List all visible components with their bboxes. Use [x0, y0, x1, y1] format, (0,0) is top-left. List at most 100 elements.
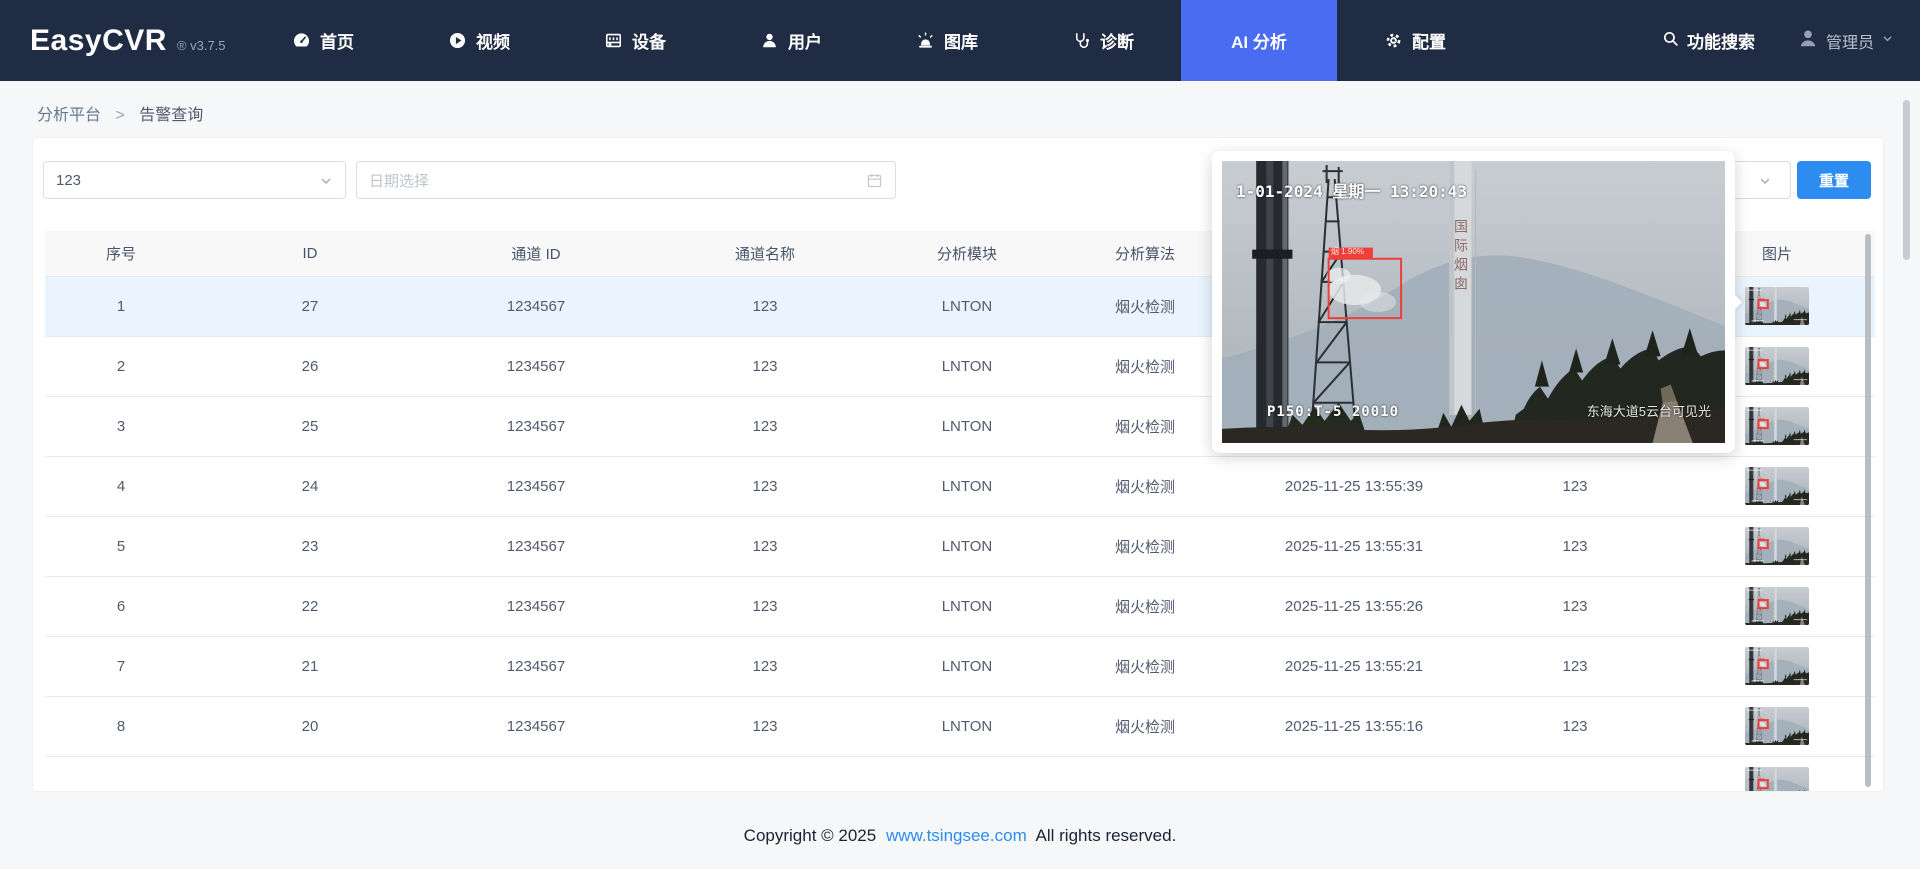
cell-algorithm: [1053, 756, 1237, 791]
date-picker[interactable]: 日期选择: [356, 161, 896, 199]
cell-algorithm: 烟火检测: [1053, 576, 1237, 637]
user-icon: [760, 31, 779, 50]
nav-item-settings[interactable]: 配置: [1337, 0, 1493, 81]
table-row[interactable]: 5 23 1234567 123 LNTON 烟火检测 2025-11-25 1…: [45, 516, 1875, 577]
table-row[interactable]: 8 20 1234567 123 LNTON 烟火检测 2025-11-25 1…: [45, 696, 1875, 757]
cell-algorithm: 烟火检测: [1053, 336, 1237, 397]
alarm-thumbnail[interactable]: [1745, 467, 1809, 505]
cell-algorithm: 烟火检测: [1053, 276, 1237, 337]
cell-module: LNTON: [881, 396, 1053, 457]
date-placeholder: 日期选择: [369, 172, 430, 190]
alarm-thumbnail[interactable]: [1745, 287, 1809, 325]
alarm-light-icon: [916, 31, 935, 50]
cell-desc: 123: [1471, 696, 1679, 757]
cell-algorithm: 烟火检测: [1053, 696, 1237, 757]
cell-module: LNTON: [881, 636, 1053, 697]
cell-channel-name: 123: [649, 456, 881, 517]
tsingsee-link[interactable]: www.tsingsee.com: [886, 826, 1027, 845]
page-scrollbar[interactable]: [1903, 100, 1910, 260]
col-module: 分析模块: [881, 231, 1053, 277]
nav-item-user[interactable]: 图库 用户: [713, 0, 869, 81]
cell-channel-id: 1234567: [423, 516, 649, 577]
function-search[interactable]: 功能搜索: [1662, 28, 1755, 53]
nav-item-video[interactable]: 视频: [401, 0, 557, 81]
alarm-thumbnail[interactable]: [1745, 527, 1809, 565]
table-row[interactable]: [45, 756, 1875, 792]
copyright-prefix: Copyright © 2025: [743, 826, 877, 845]
footer-copyright: Copyright © 2025 www.tsingsee.com All ri…: [0, 826, 1920, 846]
cell-channel-id: 1234567: [423, 696, 649, 757]
chevron-down-icon: [1758, 174, 1772, 192]
app-logo: EasyCVR ® v3.7.5: [0, 0, 245, 81]
nav-item-device[interactable]: 设备: [557, 0, 713, 81]
cell-time: 2025-11-25 13:55:21: [1237, 636, 1471, 697]
alarm-thumbnail[interactable]: [1745, 707, 1809, 745]
cell-channel-id: 1234567: [423, 576, 649, 637]
alarm-thumbnail[interactable]: [1745, 407, 1809, 445]
detection-label: 烟 1.90%: [1331, 247, 1364, 256]
cell-id: 22: [197, 576, 423, 637]
nav-item-diagnosis[interactable]: 诊断: [1025, 0, 1181, 81]
cell-channel-name: [649, 756, 881, 791]
col-serial: 序号: [45, 231, 197, 277]
cell-channel-id: 1234567: [423, 456, 649, 517]
cell-id: 20: [197, 696, 423, 757]
reset-button[interactable]: 重置: [1797, 161, 1871, 199]
cell-channel-id: [423, 756, 649, 791]
chimney-text: 国际烟囱: [1453, 219, 1469, 295]
cell-channel-name: 123: [649, 516, 881, 577]
nav-label: 视频: [476, 33, 510, 52]
cell-desc: 123: [1471, 516, 1679, 577]
cell-channel-name: 123: [649, 696, 881, 757]
dashboard-icon: [292, 31, 311, 50]
osd-camera-name: 东海大道5云台可见光: [1586, 404, 1711, 419]
cell-algorithm: 烟火检测: [1053, 516, 1237, 577]
app-root: EasyCVR ® v3.7.5 首页 视频 设备 图库 用户: [0, 0, 1920, 869]
nav-item-ai-analysis[interactable]: AI 分析: [1181, 0, 1337, 81]
cell-id: 25: [197, 396, 423, 457]
nav-label: 配置: [1412, 33, 1446, 52]
nav-label: AI 分析: [1231, 33, 1287, 52]
cell-module: [881, 756, 1053, 791]
alarm-thumbnail[interactable]: [1745, 647, 1809, 685]
alarm-thumbnail[interactable]: [1745, 587, 1809, 625]
cell-channel-id: 1234567: [423, 336, 649, 397]
cell-channel-name: 123: [649, 396, 881, 457]
alarm-thumbnail[interactable]: [1745, 347, 1809, 385]
chevron-down-icon: [319, 174, 333, 192]
cell-id: 21: [197, 636, 423, 697]
table-row[interactable]: 7 21 1234567 123 LNTON 烟火检测 2025-11-25 1…: [45, 636, 1875, 697]
table-row[interactable]: 6 22 1234567 123 LNTON 烟火检测 2025-11-25 1…: [45, 576, 1875, 637]
cell-image: [1679, 756, 1875, 792]
nav-item-gallery[interactable]: 图库: [869, 0, 1025, 81]
nav-item-home[interactable]: 首页: [245, 0, 401, 81]
cell-channel-id: 1234567: [423, 636, 649, 697]
cell-time: [1237, 756, 1471, 791]
device-icon: [604, 31, 623, 50]
video-icon: [448, 31, 467, 50]
cell-time: 2025-11-25 13:55:39: [1237, 456, 1471, 517]
breadcrumb-separator: >: [115, 107, 125, 124]
cell-channel-name: 123: [649, 576, 881, 637]
cell-channel-id: 1234567: [423, 276, 649, 337]
user-menu[interactable]: 管理员: [1797, 27, 1894, 54]
alarm-thumbnail[interactable]: [1745, 767, 1809, 792]
cell-module: LNTON: [881, 516, 1053, 577]
cell-serial: 1: [45, 276, 197, 337]
osd-timestamp: 1-01-2024 星期一 13:20:43: [1236, 182, 1468, 201]
cell-serial: 4: [45, 456, 197, 517]
cell-channel-name: 123: [649, 336, 881, 397]
alarm-image-large[interactable]: 1-01-2024 星期一 13:20:43 烟 1.90% 国际烟囱 P150…: [1222, 161, 1725, 443]
breadcrumb-item-platform[interactable]: 分析平台: [37, 107, 101, 124]
cell-desc: 123: [1471, 636, 1679, 697]
table-scrollbar[interactable]: [1865, 234, 1871, 787]
col-channel-id: 通道 ID: [423, 231, 649, 277]
channel-select[interactable]: 123: [43, 161, 346, 199]
cell-image: [1679, 576, 1875, 637]
cell-serial: 2: [45, 336, 197, 397]
avatar-icon: [1797, 27, 1819, 54]
table-row[interactable]: 4 24 1234567 123 LNTON 烟火检测 2025-11-25 1…: [45, 456, 1875, 517]
top-nav: EasyCVR ® v3.7.5 首页 视频 设备 图库 用户: [0, 0, 1920, 81]
cell-desc: 123: [1471, 576, 1679, 637]
cell-channel-id: 1234567: [423, 396, 649, 457]
